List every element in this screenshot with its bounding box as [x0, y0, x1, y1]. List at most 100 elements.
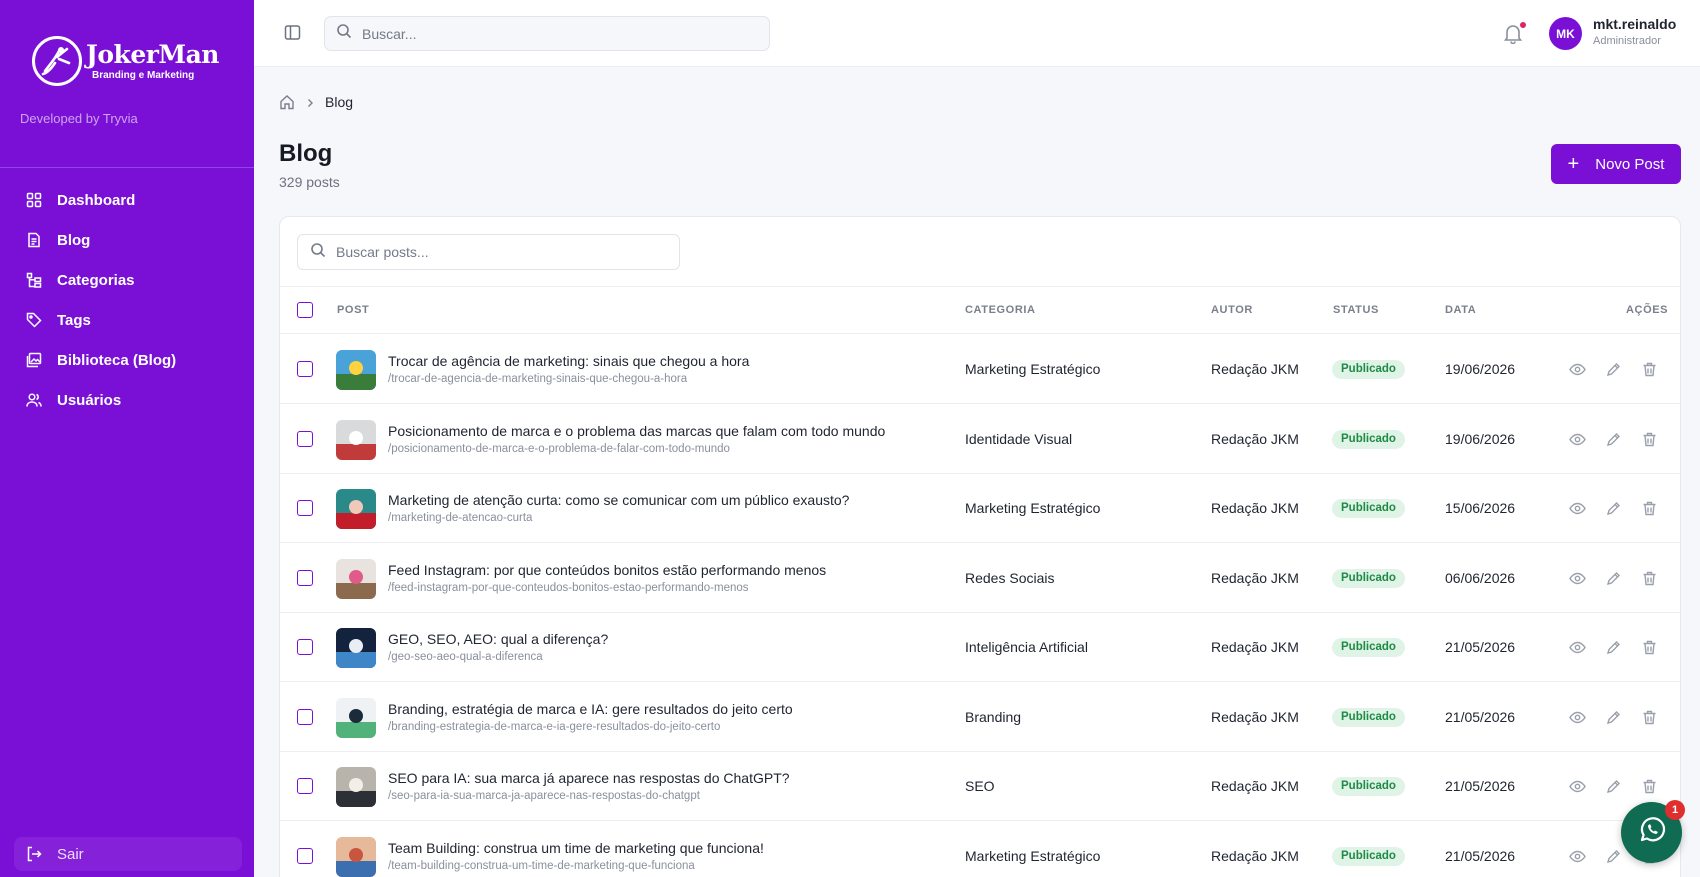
home-icon[interactable]	[279, 94, 295, 110]
sidebar-item-categorias[interactable]: Categorias	[14, 260, 240, 300]
header-status[interactable]: STATUS	[1333, 304, 1379, 316]
post-title[interactable]: Team Building: construa um time de marke…	[388, 840, 764, 856]
sidebar-item-label: Categorias	[57, 271, 135, 289]
sidebar-item-blog[interactable]: Blog	[14, 220, 240, 260]
edit-pencil-icon[interactable]	[1605, 570, 1622, 587]
new-post-button[interactable]: + Novo Post	[1551, 144, 1681, 184]
row-checkbox[interactable]	[297, 708, 313, 725]
edit-pencil-icon[interactable]	[1605, 500, 1622, 517]
post-title[interactable]: Marketing de atenção curta: como se comu…	[388, 492, 849, 508]
table-row[interactable]: SEO para IA: sua marca já aparece nas re…	[280, 752, 1680, 821]
list-tree-icon	[26, 272, 42, 288]
row-checkbox[interactable]	[297, 500, 313, 516]
post-thumbnail[interactable]	[336, 489, 376, 529]
avatar[interactable]: MK	[1549, 17, 1582, 50]
delete-trash-icon[interactable]	[1641, 709, 1658, 726]
post-title[interactable]: SEO para IA: sua marca já aparece nas re…	[388, 770, 790, 786]
header-category[interactable]: CATEGORIA	[965, 304, 1036, 316]
table-row[interactable]: Trocar de agência de marketing: sinais q…	[280, 335, 1680, 404]
view-eye-icon[interactable]	[1569, 639, 1586, 656]
delete-trash-icon[interactable]	[1641, 570, 1658, 587]
view-eye-icon[interactable]	[1569, 778, 1586, 795]
edit-pencil-icon[interactable]	[1605, 431, 1622, 448]
post-title[interactable]: Posicionamento de marca e o problema das…	[388, 423, 885, 439]
header-post[interactable]: POST	[337, 304, 369, 316]
table-row[interactable]: Team Building: construa um time de marke…	[280, 822, 1680, 877]
sidebar-item-label: Dashboard	[57, 191, 136, 209]
table-row[interactable]: Branding, estratégia de marca e IA: gere…	[280, 683, 1680, 752]
sidebar-toggle-icon[interactable]	[284, 24, 301, 41]
table-row[interactable]: Marketing de atenção curta: como se comu…	[280, 474, 1680, 543]
post-slug: /team-building-construa-um-time-de-marke…	[388, 859, 695, 872]
status-badge: Publicado	[1332, 429, 1405, 449]
table-row[interactable]: Posicionamento de marca e o problema das…	[280, 405, 1680, 474]
edit-pencil-icon[interactable]	[1605, 361, 1622, 378]
notification-dot	[1519, 21, 1527, 29]
developed-by: Developed by Tryvia	[20, 111, 138, 126]
post-date: 06/06/2026	[1445, 569, 1516, 586]
row-checkbox[interactable]	[297, 569, 313, 586]
select-all-checkbox[interactable]	[297, 302, 313, 318]
delete-trash-icon[interactable]	[1641, 431, 1658, 448]
sidebar-item-biblioteca[interactable]: Biblioteca (Blog)	[14, 340, 240, 380]
global-search[interactable]	[324, 16, 770, 51]
post-slug: /feed-instagram-por-que-conteudos-bonito…	[388, 581, 749, 594]
post-slug: /marketing-de-atencao-curta	[388, 512, 533, 524]
row-checkbox[interactable]	[297, 639, 313, 655]
brand-logo[interactable]: JokerMan Branding e Marketing	[32, 36, 219, 86]
post-thumbnail[interactable]	[336, 697, 376, 738]
status-badge: Publicado	[1332, 638, 1405, 657]
post-thumbnail[interactable]	[336, 836, 376, 877]
logout-button[interactable]: Sair	[14, 837, 242, 871]
new-post-label: Novo Post	[1595, 155, 1665, 173]
row-checkbox[interactable]	[297, 847, 313, 864]
delete-trash-icon[interactable]	[1641, 500, 1658, 517]
post-thumbnail[interactable]	[336, 558, 376, 599]
posts-search-input[interactable]	[336, 244, 656, 260]
delete-trash-icon[interactable]	[1641, 361, 1658, 378]
row-checkbox[interactable]	[297, 430, 313, 447]
post-author: Redação JKM	[1211, 847, 1299, 864]
edit-pencil-icon[interactable]	[1605, 778, 1622, 795]
sidebar-item-usuarios[interactable]: Usuários	[14, 380, 240, 420]
row-checkbox[interactable]	[297, 361, 313, 377]
post-thumbnail[interactable]	[336, 767, 376, 807]
sidebar-item-dashboard[interactable]: Dashboard	[14, 180, 240, 220]
edit-pencil-icon[interactable]	[1605, 639, 1622, 656]
post-category: Redes Sociais	[965, 569, 1055, 586]
post-title[interactable]: Branding, estratégia de marca e IA: gere…	[388, 701, 793, 717]
post-thumbnail[interactable]	[336, 350, 376, 390]
post-author: Redação JKM	[1211, 708, 1299, 725]
search-icon	[336, 23, 352, 44]
edit-pencil-icon[interactable]	[1605, 709, 1622, 726]
post-title[interactable]: GEO, SEO, AEO: qual a diferença?	[388, 631, 608, 647]
view-eye-icon[interactable]	[1569, 500, 1586, 517]
post-title[interactable]: Feed Instagram: por que conteúdos bonito…	[388, 562, 826, 578]
view-eye-icon[interactable]	[1569, 431, 1586, 448]
view-eye-icon[interactable]	[1569, 361, 1586, 378]
delete-trash-icon[interactable]	[1641, 778, 1658, 795]
post-category: Marketing Estratégico	[965, 361, 1101, 377]
row-checkbox[interactable]	[297, 778, 313, 794]
posts-search[interactable]	[297, 234, 680, 270]
view-eye-icon[interactable]	[1569, 570, 1586, 587]
post-title[interactable]: Trocar de agência de marketing: sinais q…	[388, 353, 749, 369]
header-date[interactable]: DATA	[1445, 304, 1476, 316]
post-thumbnail[interactable]	[336, 628, 376, 668]
delete-trash-icon[interactable]	[1641, 639, 1658, 656]
images-icon	[26, 352, 42, 368]
chevron-right-icon	[304, 96, 316, 108]
global-search-input[interactable]	[362, 25, 742, 42]
post-thumbnail[interactable]	[336, 419, 376, 460]
header-author[interactable]: AUTOR	[1211, 304, 1253, 316]
sidebar-item-tags[interactable]: Tags	[14, 300, 240, 340]
user-name[interactable]: mkt.reinaldo	[1593, 16, 1676, 32]
sidebar-item-label: Usuários	[57, 391, 122, 409]
table-row[interactable]: Feed Instagram: por que conteúdos bonito…	[280, 544, 1680, 613]
view-eye-icon[interactable]	[1569, 848, 1586, 865]
status-badge: Publicado	[1332, 499, 1405, 518]
tag-icon	[26, 312, 42, 328]
edit-pencil-icon[interactable]	[1605, 848, 1622, 865]
view-eye-icon[interactable]	[1569, 709, 1586, 726]
table-row[interactable]: GEO, SEO, AEO: qual a diferença? /geo-se…	[280, 613, 1680, 682]
